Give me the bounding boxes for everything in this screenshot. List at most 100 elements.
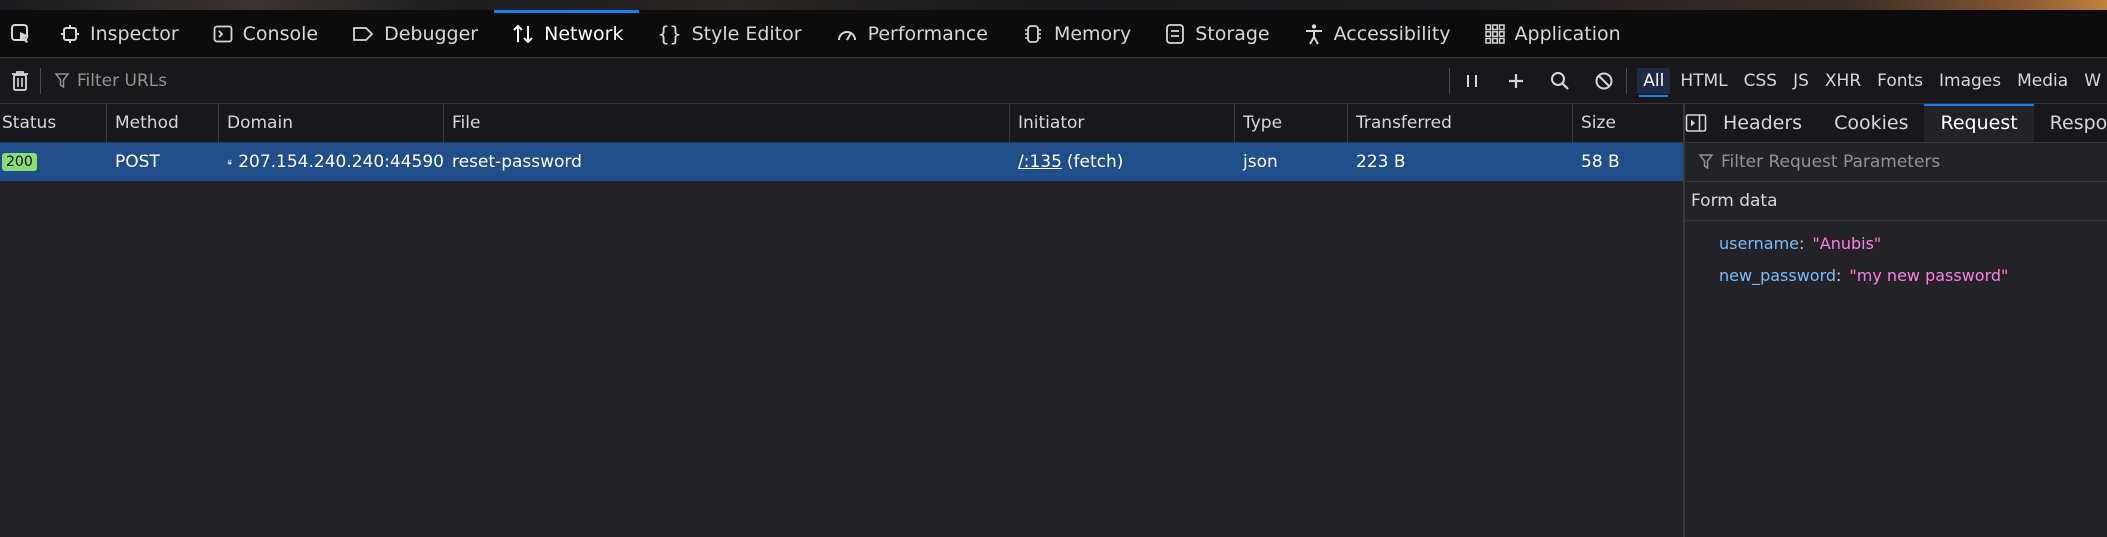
filter-urls-placeholder: Filter URLs (77, 70, 168, 91)
gauge-icon (837, 30, 856, 40)
search-icon (1551, 71, 1570, 90)
plus-icon (1509, 73, 1524, 88)
tab-response[interactable]: Respo (2034, 104, 2107, 142)
cell-file: reset-password (452, 152, 582, 172)
cell-status: 200 (0, 143, 107, 181)
param-colon: : (1799, 233, 1805, 253)
search-button[interactable] (1538, 58, 1582, 103)
filter-html[interactable]: HTML (1674, 68, 1733, 94)
cell-transferred: 223 B (1356, 152, 1406, 172)
filter-ws[interactable]: W (2078, 68, 2107, 94)
column-transferred[interactable]: Transferred (1348, 104, 1573, 142)
element-picker-button[interactable] (0, 10, 42, 57)
domain-text: 207.154.240.240:44590 (238, 152, 444, 172)
tab-application[interactable]: Application (1467, 10, 1637, 57)
storage-icon (1166, 23, 1185, 44)
cell-type: json (1243, 152, 1278, 172)
filter-icon (55, 72, 69, 88)
cell-size: 58 B (1581, 152, 1620, 172)
type-filters: All HTML CSS JS XHR Fonts Images Media W (1627, 67, 2107, 97)
column-type[interactable]: Type (1235, 104, 1348, 142)
tab-accessibility-label: Accessibility (1333, 22, 1451, 45)
network-toolbar: Filter URLs All HTML CSS JS XHR Fonts Im… (0, 58, 2107, 104)
pause-button[interactable] (1450, 58, 1494, 103)
param-key: new_password (1719, 265, 1837, 285)
param-key: username (1719, 233, 1799, 253)
filter-js[interactable]: JS (1787, 68, 1815, 94)
filter-all[interactable]: All (1637, 67, 1671, 97)
cell-domain: 207.154.240.240:44590 (219, 143, 444, 181)
column-status[interactable]: Status (0, 104, 107, 142)
browser-background-strip (0, 0, 2107, 10)
element-picker-icon (11, 23, 29, 43)
inspector-icon (61, 24, 79, 43)
initiator-link[interactable]: /:135 (1018, 152, 1062, 172)
filter-request-parameters-input[interactable]: Filter Request Parameters (1685, 143, 2107, 182)
tab-style-editor-label: Style Editor (691, 22, 802, 45)
param-row[interactable]: username : "Anubis" (1685, 227, 2107, 259)
filter-fonts[interactable]: Fonts (1871, 68, 1929, 94)
column-method[interactable]: Method (107, 104, 219, 142)
tab-style-editor[interactable]: {} Style Editor (639, 10, 817, 57)
table-row[interactable]: 200 POST 207.154.240.240:44590 reset-pas… (0, 143, 1683, 181)
filter-images[interactable]: Images (1933, 68, 2007, 94)
form-data-section-title[interactable]: Form data (1685, 182, 2107, 221)
sidebar-toggle-icon (1685, 114, 1707, 132)
tab-debugger[interactable]: Debugger (334, 10, 494, 57)
param-value: "my new password" (1849, 265, 2009, 285)
tab-storage[interactable]: Storage (1147, 10, 1285, 57)
filter-urls-input[interactable]: Filter URLs (41, 58, 1449, 103)
cell-method: POST (115, 152, 160, 172)
details-tabs: Headers Cookies Request Respo (1685, 104, 2107, 143)
filter-icon (1699, 154, 1713, 170)
tab-application-label: Application (1514, 22, 1621, 45)
pause-icon (1467, 74, 1478, 87)
add-request-button[interactable] (1494, 58, 1538, 103)
column-size[interactable]: Size (1573, 104, 1683, 142)
insecure-lock-icon (227, 159, 233, 165)
tab-request[interactable]: Request (1924, 104, 2034, 142)
param-colon: : (1836, 265, 1842, 285)
tab-memory-label: Memory (1053, 22, 1132, 45)
network-icon (513, 24, 533, 43)
tab-debugger-label: Debugger (384, 22, 479, 45)
column-file[interactable]: File (444, 104, 1010, 142)
param-value: "Anubis" (1812, 233, 1882, 253)
filter-media[interactable]: Media (2011, 68, 2074, 94)
filter-xhr[interactable]: XHR (1819, 68, 1867, 94)
filter-request-parameters-placeholder: Filter Request Parameters (1721, 152, 1941, 172)
column-initiator[interactable]: Initiator (1010, 104, 1235, 142)
tab-inspector-label: Inspector (90, 22, 179, 45)
tab-cookies[interactable]: Cookies (1818, 104, 1924, 142)
tab-console[interactable]: Console (195, 10, 334, 57)
block-button[interactable] (1582, 58, 1626, 103)
tab-headers[interactable]: Headers (1707, 104, 1818, 142)
tab-network[interactable]: Network (494, 10, 640, 57)
devtools-toolbar: Inspector Console Debugger Network {} St… (0, 10, 2107, 58)
tab-memory[interactable]: Memory (1004, 10, 1147, 57)
tab-performance[interactable]: Performance (818, 10, 1004, 57)
tab-accessibility[interactable]: Accessibility (1286, 10, 1467, 57)
trash-icon (12, 70, 28, 91)
accessibility-icon (1305, 23, 1322, 44)
block-icon (1595, 72, 1613, 89)
toggle-sidebar-button[interactable] (1685, 104, 1707, 142)
tab-storage-label: Storage (1195, 22, 1270, 45)
console-icon (213, 25, 233, 42)
cell-initiator: /:135 (fetch) (1010, 143, 1235, 181)
grid-icon (1484, 23, 1505, 44)
braces-icon: {} (657, 21, 682, 46)
tab-console-label: Console (242, 22, 319, 45)
form-data-params: username : "Anubis" new_password : "my n… (1685, 221, 2107, 291)
clear-button[interactable] (0, 70, 40, 92)
debugger-icon (353, 26, 374, 41)
filter-css[interactable]: CSS (1738, 68, 1783, 94)
column-domain[interactable]: Domain (219, 104, 444, 142)
tab-inspector[interactable]: Inspector (42, 10, 195, 57)
requests-table: Status Method Domain File Initiator Type… (0, 104, 1683, 537)
memory-icon (1024, 24, 1041, 43)
param-row[interactable]: new_password : "my new password" (1685, 259, 2107, 291)
tab-performance-label: Performance (867, 22, 988, 45)
request-details-panel: Headers Cookies Request Respo Filter Req… (1683, 104, 2107, 537)
tab-network-label: Network (544, 22, 624, 45)
